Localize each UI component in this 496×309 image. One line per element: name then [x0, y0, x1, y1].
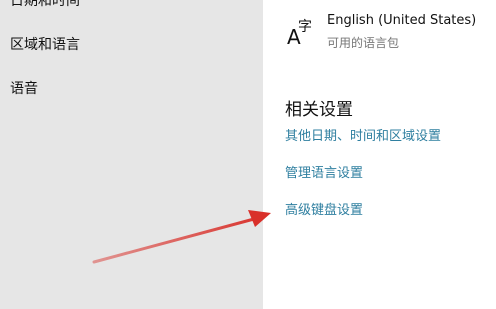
link-advanced-keyboard[interactable]: 高级键盘设置 — [285, 199, 363, 218]
language-icon: A 字 — [287, 16, 315, 49]
link-manage-language[interactable]: 管理语言设置 — [285, 162, 363, 181]
language-icon-char: 字 — [298, 19, 312, 35]
sidebar-item-speech[interactable]: 语音 — [10, 78, 38, 98]
link-other-date-time-region[interactable]: 其他日期、时间和区域设置 — [285, 125, 441, 144]
language-name[interactable]: English (United States) — [327, 13, 476, 28]
sidebar-item-region-language[interactable]: 区域和语言 — [10, 34, 80, 54]
sidebar-item-date-time[interactable]: 日期和时间 — [10, 0, 80, 10]
language-status: 可用的语言包 — [327, 36, 400, 50]
sidebar: 日期和时间 区域和语言 语音 — [0, 0, 263, 309]
related-settings-title: 相关设置 — [285, 100, 353, 120]
